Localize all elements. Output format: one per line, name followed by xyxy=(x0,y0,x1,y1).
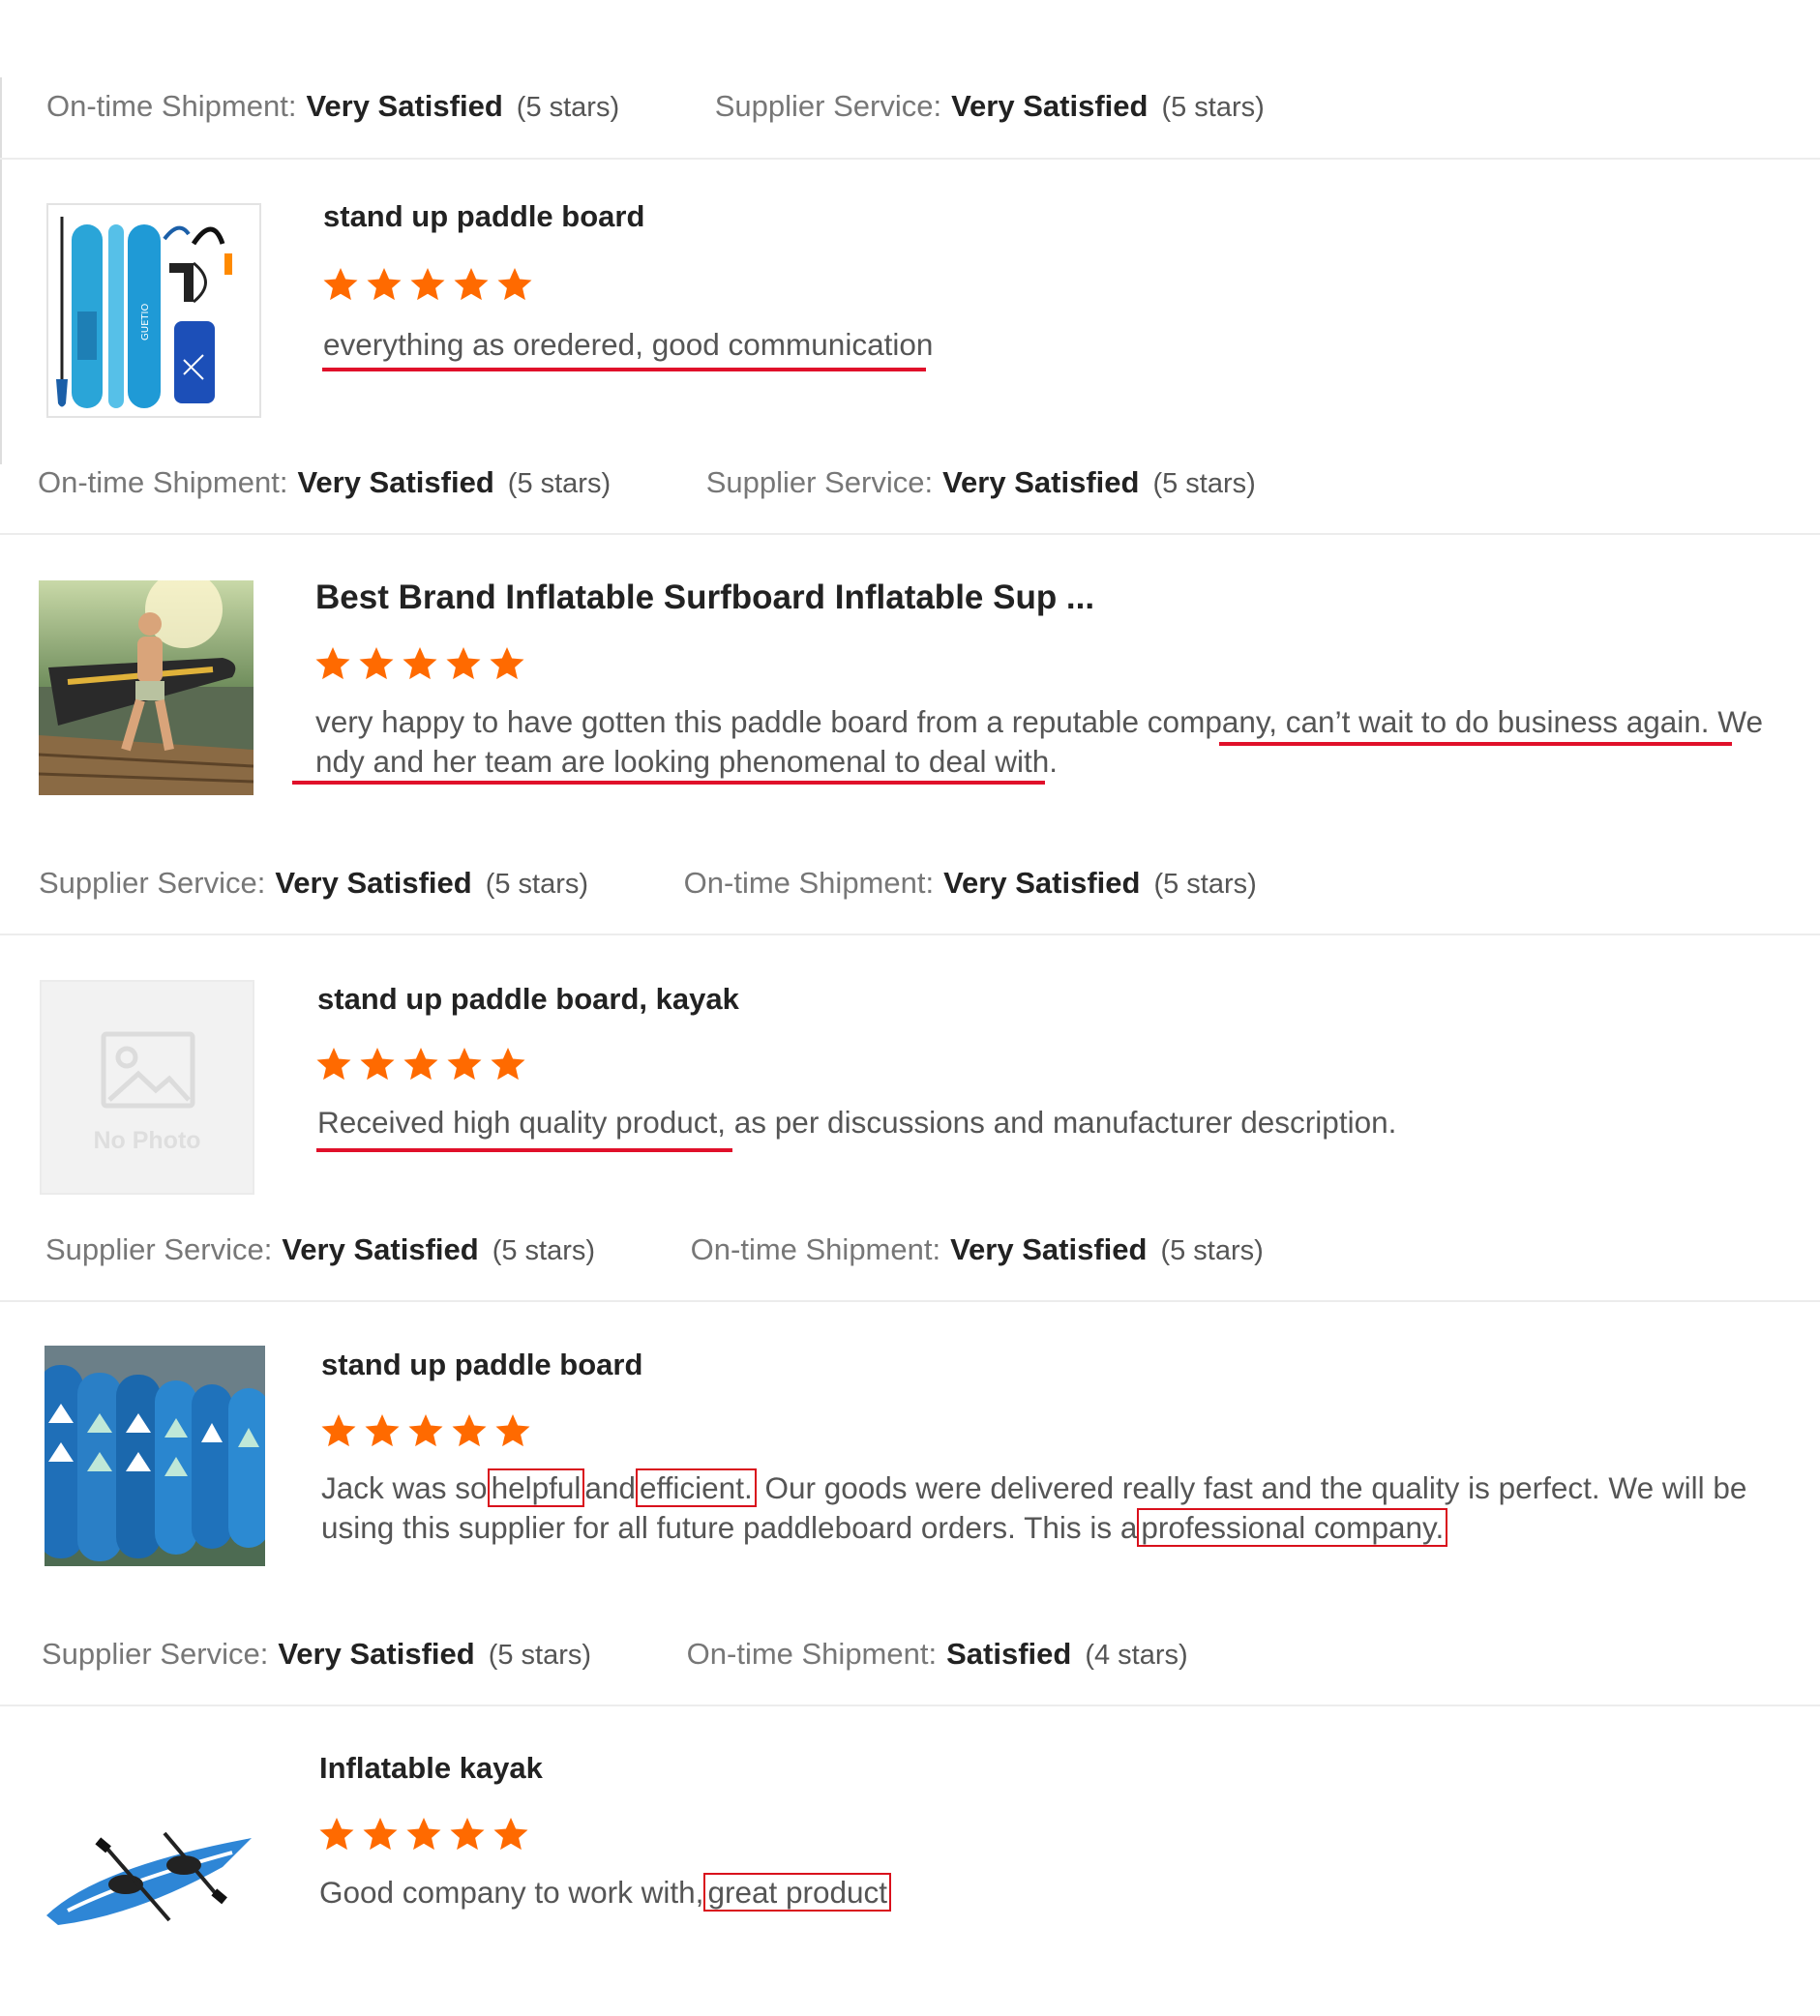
product-title[interactable]: stand up paddle board, kayak xyxy=(317,982,739,1017)
divider xyxy=(0,1300,1820,1302)
star-icon xyxy=(495,265,534,304)
star-icon xyxy=(406,1411,445,1450)
star-icon xyxy=(358,1045,397,1083)
review-comment-line: Jack was so helpful and efficient. Our good… xyxy=(321,1468,1747,1507)
review-comment: Received high quality product, as per di… xyxy=(317,1105,1397,1140)
star-icon xyxy=(450,1411,489,1450)
on-time-shipment-rating: On-time Shipment: Very Satisfied (5 stars) xyxy=(683,866,1257,900)
rating-row: On-time Shipment: Very Satisfied (5 stars)… xyxy=(46,89,1265,124)
star-icon xyxy=(445,1045,484,1083)
svg-text:GUETIO: GUETIO xyxy=(140,304,151,341)
star-icon xyxy=(361,1815,400,1853)
on-time-shipment-rating: On-time Shipment: Very Satisfied (5 stars) xyxy=(46,89,620,123)
supplier-service-rating: Supplier Service: Very Satisfied (5 stars) xyxy=(714,89,1265,123)
star-icon xyxy=(404,1815,443,1853)
product-title[interactable]: stand up paddle board xyxy=(321,1348,642,1382)
divider xyxy=(0,1705,1820,1706)
divider xyxy=(0,158,1820,160)
supplier-service-rating: Supplier Service: Very Satisfied (5 stars) xyxy=(45,1232,596,1266)
star-icon xyxy=(402,1045,440,1083)
star-icon xyxy=(408,265,447,304)
divider xyxy=(0,533,1820,535)
highlight-box: helpful xyxy=(487,1468,585,1507)
star-rating xyxy=(314,1045,527,1083)
star-icon xyxy=(448,1815,487,1853)
paddle-board-set-image: GUETIO xyxy=(48,205,259,416)
star-icon xyxy=(493,1411,532,1450)
no-photo-label: No Photo xyxy=(93,1127,201,1154)
star-icon xyxy=(489,1045,527,1083)
star-rating xyxy=(317,1815,530,1853)
product-thumbnail[interactable] xyxy=(39,1751,254,1966)
rating-row: Supplier Service: Very Satisfied (5 stars)… xyxy=(39,866,1257,901)
supplier-service-rating: Supplier Service: Very Satisfied (5 stars) xyxy=(39,866,589,900)
rating-row: Supplier Service: Very Satisfied (5 stars)… xyxy=(42,1637,1188,1672)
review-comment-line: very happy to have gotten this paddle bo… xyxy=(315,704,1763,739)
review-comment: everything as oredered, good communicati… xyxy=(323,327,934,362)
star-icon xyxy=(317,1815,356,1853)
star-icon xyxy=(452,265,491,304)
card-left-border xyxy=(0,77,2,464)
highlight-box: great product xyxy=(703,1873,892,1912)
review-comment-line: ndy and her team are looking phenomenal … xyxy=(315,744,1058,779)
product-thumbnail[interactable] xyxy=(45,1346,265,1566)
inflatable-kayak-image xyxy=(39,1751,254,1966)
review-comment: Good company to work with, great product xyxy=(319,1873,892,1912)
on-time-shipment-rating: On-time Shipment: Satisfied (4 stars) xyxy=(686,1637,1188,1671)
star-icon xyxy=(444,644,483,683)
product-title[interactable]: Best Brand Inflatable Surfboard Inflatab… xyxy=(315,578,1094,617)
star-icon xyxy=(363,1411,402,1450)
highlight-box: efficient. xyxy=(635,1468,757,1507)
star-icon xyxy=(401,644,439,683)
product-thumbnail[interactable]: No Photo xyxy=(40,980,254,1195)
star-icon xyxy=(314,1045,353,1083)
star-icon xyxy=(365,265,403,304)
highlight-underline xyxy=(316,1148,732,1152)
star-icon xyxy=(321,265,360,304)
paddle-boards-warehouse-image xyxy=(45,1346,265,1566)
star-rating xyxy=(319,1411,532,1450)
star-icon xyxy=(492,1815,530,1853)
on-time-shipment-rating: On-time Shipment: Very Satisfied (5 stars) xyxy=(690,1232,1264,1266)
man-on-paddle-board-image xyxy=(39,580,254,795)
star-rating xyxy=(313,644,526,683)
star-icon xyxy=(313,644,352,683)
product-title[interactable]: Inflatable kayak xyxy=(319,1751,543,1786)
product-title[interactable]: stand up paddle board xyxy=(323,199,644,234)
supplier-service-rating: Supplier Service: Very Satisfied (5 stars) xyxy=(705,465,1256,499)
highlight-underline xyxy=(292,781,1045,785)
divider xyxy=(0,934,1820,935)
product-thumbnail[interactable] xyxy=(39,580,254,795)
supplier-service-rating: Supplier Service: Very Satisfied (5 stars) xyxy=(42,1637,592,1671)
highlight-underline xyxy=(1219,742,1732,746)
product-thumbnail[interactable]: GUETIO xyxy=(46,203,261,418)
review-comment-line: using this supplier for all future paddl… xyxy=(321,1508,1773,1548)
star-icon xyxy=(488,644,526,683)
highlight-underline xyxy=(322,368,926,371)
star-rating xyxy=(321,265,534,304)
star-icon xyxy=(319,1411,358,1450)
highlight-box: professional company. xyxy=(1137,1508,1448,1547)
rating-row: On-time Shipment: Very Satisfied (5 stars)… xyxy=(38,465,1256,500)
review-comment: Jack was so helpful and efficient. Our good… xyxy=(321,1468,1773,1548)
star-icon xyxy=(357,644,396,683)
rating-row: Supplier Service: Very Satisfied (5 stars)… xyxy=(45,1232,1264,1267)
on-time-shipment-rating: On-time Shipment: Very Satisfied (5 stars) xyxy=(38,465,612,499)
